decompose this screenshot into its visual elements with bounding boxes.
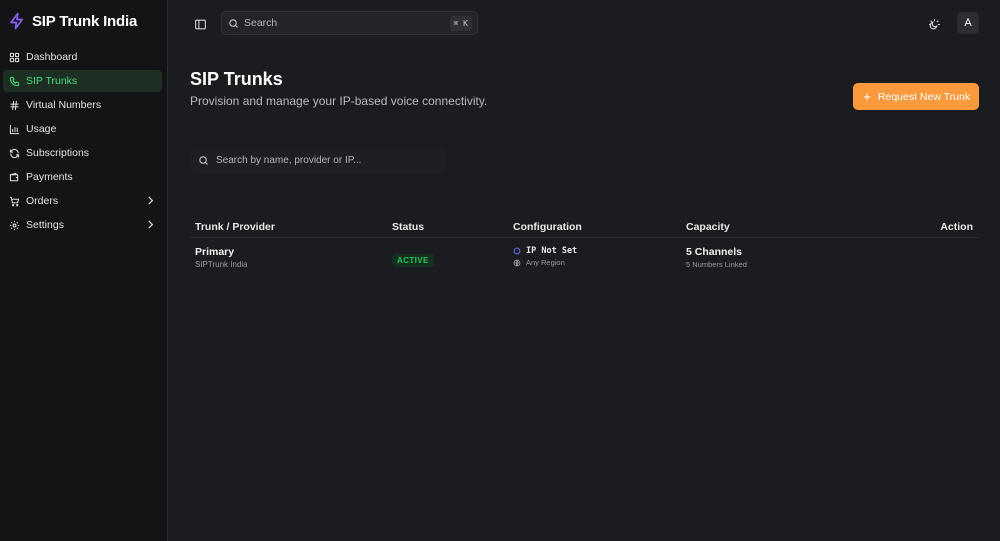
column-header-status: Status [392,221,425,233]
sidebar-item-dashboard[interactable]: Dashboard [3,46,162,68]
sidebar-item-payments[interactable]: Payments [3,166,162,188]
panel-left-icon [194,19,206,29]
trunk-name: Primary [195,246,235,258]
gear-icon [9,220,20,230]
sidebar-item-sip-trunks[interactable]: SIP Trunks [3,70,162,92]
wallet-icon [9,172,19,181]
configuration-cell: IP Not Set Any Region [513,246,577,267]
trunk-provider: SIPTrunk India [195,260,248,269]
table-row[interactable]: Primary SIPTrunk India ACTIVE IP Not Set… [190,238,980,274]
hash-icon [10,100,19,110]
sidebar-item-subscriptions[interactable]: Subscriptions [3,142,162,164]
refresh-icon [9,148,20,158]
phone-icon [9,76,20,86]
sidebar-item-usage[interactable]: Usage [3,118,162,140]
capacity-cell: 5 Channels 5 Numbers Linked [686,246,747,269]
sun-moon-icon [928,18,940,29]
sidebar-item-orders[interactable]: Orders [3,190,162,212]
lightning-icon [10,12,24,30]
sidebar-nav: Dashboard SIP Trunks Virtual Numbers Usa… [3,46,162,238]
sidebar-item-virtual-numbers[interactable]: Virtual Numbers [3,94,162,116]
search-icon [229,18,238,28]
trunk-search-input[interactable]: Search by name, provider or IP... [190,148,446,173]
grid-icon [9,52,20,62]
sidebar-item-label: Orders [26,195,59,207]
brand-logo[interactable]: SIP Trunk India [8,11,137,31]
page-subtitle: Provision and manage your IP-based voice… [190,94,488,108]
sidebar-toggle-button[interactable] [191,15,209,33]
user-avatar[interactable]: A [957,12,979,34]
search-shortcut: ⌘ K [449,16,472,31]
brand-name: SIP Trunk India [32,12,138,30]
status-badge: ACTIVE [392,254,434,267]
status-cell: ACTIVE [392,250,434,268]
chevron-right-icon[interactable] [145,195,156,206]
trunks-table: Trunk / Provider Status Configuration Ca… [190,215,980,274]
cta-label: Request New Trunk [877,90,971,103]
table-header: Trunk / Provider Status Configuration Ca… [190,215,980,238]
global-search-input[interactable]: Search ⌘ K [221,11,478,35]
sidebar: SIP Trunk India Dashboard SIP Trunks Vir… [0,0,168,541]
sidebar-item-label: Dashboard [26,51,78,63]
sidebar-item-label: Payments [26,171,73,183]
linked-numbers: 5 Numbers Linked [686,260,747,269]
request-new-trunk-button[interactable]: Request New Trunk [853,83,979,110]
column-header-configuration: Configuration [513,221,582,233]
plus-icon [863,93,871,100]
circle-status-icon [513,247,521,255]
column-header-trunk: Trunk / Provider [195,221,275,233]
column-header-action: Action [940,221,973,233]
cart-icon [9,196,20,206]
page-title: SIP Trunks [190,69,283,89]
sidebar-item-label: Usage [26,123,57,135]
channels-value: 5 Channels [686,246,743,258]
chevron-right-icon[interactable] [145,219,156,230]
sidebar-item-settings[interactable]: Settings [3,214,162,236]
search-icon [199,156,208,165]
trunk-search-placeholder: Search by name, provider or IP... [216,155,362,166]
ip-value: IP Not Set [526,246,578,256]
column-header-capacity: Capacity [686,221,730,233]
bar-chart-icon [9,124,20,134]
sidebar-item-label: Subscriptions [26,147,90,159]
search-placeholder: Search [244,17,278,29]
sidebar-item-label: Settings [26,219,64,231]
trunk-cell: Primary SIPTrunk India [195,246,248,269]
region-value: Any Region [526,258,565,267]
theme-toggle-button[interactable] [925,15,943,33]
sidebar-item-label: Virtual Numbers [26,99,102,111]
globe-icon [513,259,521,266]
sidebar-item-label: SIP Trunks [26,75,78,87]
